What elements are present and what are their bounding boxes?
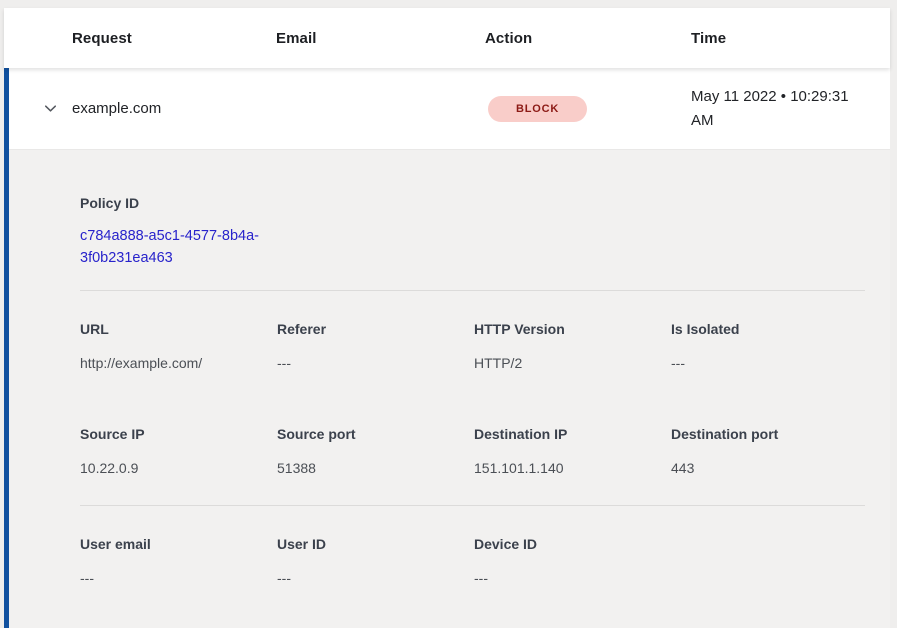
row-expand-toggle[interactable] [9, 100, 72, 117]
policy-id-label: Policy ID [80, 193, 280, 213]
detail-value: --- [277, 568, 474, 588]
expanded-record: example.com BLOCK May 11 2022 • 10:29:31… [4, 68, 890, 628]
record-details-panel: Policy ID c784a888-a5c1-4577-8b4a-3f0b23… [9, 150, 890, 628]
detail-value: 10.22.0.9 [80, 458, 277, 478]
detail-field-url: URL http://example.com/ [80, 319, 277, 373]
detail-value: --- [671, 353, 865, 373]
policy-id-section: Policy ID c784a888-a5c1-4577-8b4a-3f0b23… [80, 193, 280, 269]
detail-label: User ID [277, 534, 474, 554]
detail-value: --- [474, 568, 671, 588]
chevron-down-icon [42, 100, 59, 117]
detail-label: User email [80, 534, 277, 554]
detail-label: Device ID [474, 534, 671, 554]
detail-row-user: User email --- User ID --- Device ID --- [80, 534, 865, 588]
column-header-action: Action [485, 30, 691, 47]
detail-row-http: URL http://example.com/ Referer --- HTTP… [80, 319, 865, 373]
divider [80, 290, 865, 291]
detail-value: 51388 [277, 458, 474, 478]
detail-value: http://example.com/ [80, 353, 277, 373]
detail-field-destination-port: Destination port 443 [671, 424, 865, 478]
detail-value: 151.101.1.140 [474, 458, 671, 478]
detail-field-device-id: Device ID --- [474, 534, 671, 588]
divider [80, 505, 865, 506]
detail-field-http-version: HTTP Version HTTP/2 [474, 319, 671, 373]
detail-label: Destination IP [474, 424, 671, 444]
table-row[interactable]: example.com BLOCK May 11 2022 • 10:29:31… [9, 68, 890, 150]
detail-label: Is Isolated [671, 319, 865, 339]
detail-field-is-isolated: Is Isolated --- [671, 319, 865, 373]
detail-label: URL [80, 319, 277, 339]
detail-field-user-id: User ID --- [277, 534, 474, 588]
column-header-email: Email [276, 30, 485, 47]
detail-label: Referer [277, 319, 474, 339]
detail-field-source-port: Source port 51388 [277, 424, 474, 478]
detail-value: --- [80, 568, 277, 588]
detail-row-network: Source IP 10.22.0.9 Source port 51388 De… [80, 424, 865, 478]
detail-field-empty [671, 534, 865, 588]
column-header-request: Request [72, 30, 276, 47]
detail-field-referer: Referer --- [277, 319, 474, 373]
detail-label: Destination port [671, 424, 865, 444]
row-time-value: May 11 2022 • 10:29:31 AM [691, 85, 890, 133]
row-action-cell: BLOCK [485, 96, 691, 122]
detail-field-destination-ip: Destination IP 151.101.1.140 [474, 424, 671, 478]
table-header-row: Request Email Action Time [4, 8, 890, 68]
detail-value: HTTP/2 [474, 353, 671, 373]
row-request-value: example.com [72, 100, 276, 117]
detail-label: HTTP Version [474, 319, 671, 339]
detail-value: 443 [671, 458, 865, 478]
requests-log-table: Request Email Action Time example.com BL… [4, 8, 890, 628]
detail-value: --- [277, 353, 474, 373]
detail-field-source-ip: Source IP 10.22.0.9 [80, 424, 277, 478]
policy-id-link[interactable]: c784a888-a5c1-4577-8b4a-3f0b231ea463 [80, 226, 280, 269]
detail-label: Source IP [80, 424, 277, 444]
column-header-time: Time [691, 30, 890, 47]
detail-field-user-email: User email --- [80, 534, 277, 588]
detail-label: Source port [277, 424, 474, 444]
status-badge-block: BLOCK [488, 96, 587, 122]
